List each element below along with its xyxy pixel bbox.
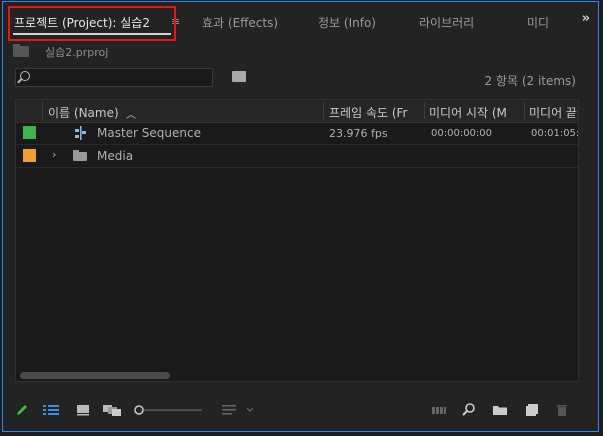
new-bin-icon[interactable]	[492, 403, 508, 417]
folder-icon	[73, 150, 87, 161]
sequence-icon	[75, 126, 86, 140]
sort-icons-icon[interactable]	[221, 403, 259, 417]
column-divider[interactable]	[42, 102, 43, 119]
table-row[interactable]: › Media	[16, 145, 578, 168]
media-end-value: 00:01:05:0	[531, 128, 579, 139]
tab-media-truncated[interactable]: 미디	[527, 14, 549, 31]
pencil-icon[interactable]	[15, 403, 29, 417]
bin-name: Media	[97, 149, 134, 163]
column-divider[interactable]	[424, 102, 425, 119]
column-name[interactable]: 이름 (Name)	[48, 104, 119, 121]
project-panel: 프로젝트 (Project): 실습2 ≡ 효과 (Effects) 정보 (I…	[2, 1, 599, 432]
project-filename: 실습2.prproj	[45, 46, 109, 59]
search-icon	[20, 71, 30, 81]
label-color-swatch[interactable]	[23, 126, 36, 139]
icon-view-icon[interactable]	[76, 403, 90, 417]
tabs-overflow-icon[interactable]: »	[582, 11, 590, 26]
tab-info[interactable]: 정보 (Info)	[318, 14, 376, 31]
project-folder-icon	[13, 44, 29, 57]
tab-libraries[interactable]: 라이브러리	[419, 14, 474, 31]
highlight-box	[8, 6, 176, 41]
freeform-view-icon[interactable]	[102, 403, 122, 417]
list-view-icon[interactable]	[43, 403, 59, 417]
trash-icon[interactable]	[555, 403, 569, 417]
zoom-slider[interactable]	[134, 403, 204, 417]
table-header: 이름 (Name) ︿ 프레임 속도 (Fr 미디어 시작 (M 미디어 끝	[16, 100, 578, 123]
expand-chevron-icon[interactable]: ›	[52, 148, 56, 161]
tab-effects[interactable]: 효과 (Effects)	[202, 14, 278, 31]
column-frame-rate[interactable]: 프레임 속도 (Fr	[329, 104, 421, 121]
search-input[interactable]	[15, 68, 213, 87]
sort-ascending-icon[interactable]: ︿	[126, 106, 136, 121]
clip-name: Master Sequence	[97, 126, 201, 140]
column-media-end[interactable]: 미디어 끝	[529, 104, 578, 121]
column-divider[interactable]	[323, 102, 324, 119]
panel-tabs: 프로젝트 (Project): 실습2 ≡ 효과 (Effects) 정보 (I…	[3, 2, 598, 41]
label-color-swatch[interactable]	[23, 149, 36, 162]
table-row[interactable]: Master Sequence 23.976 fps 00:00:00:00 0…	[16, 122, 578, 145]
column-divider[interactable]	[524, 102, 525, 119]
new-search-bin-icon[interactable]	[232, 71, 246, 82]
item-count: 2 항목 (2 items)	[484, 74, 576, 88]
horizontal-scrollbar[interactable]	[20, 372, 170, 379]
new-item-icon[interactable]	[525, 403, 539, 417]
panel-footer-toolbar	[3, 397, 598, 423]
find-icon[interactable]	[462, 403, 476, 417]
project-table: 이름 (Name) ︿ 프레임 속도 (Fr 미디어 시작 (M 미디어 끝 M…	[15, 99, 579, 382]
column-media-start[interactable]: 미디어 시작 (M	[429, 104, 521, 121]
automate-to-sequence-icon[interactable]	[431, 403, 447, 417]
frame-rate-value: 23.976 fps	[329, 127, 388, 140]
media-start-value: 00:00:00:00	[431, 128, 493, 139]
